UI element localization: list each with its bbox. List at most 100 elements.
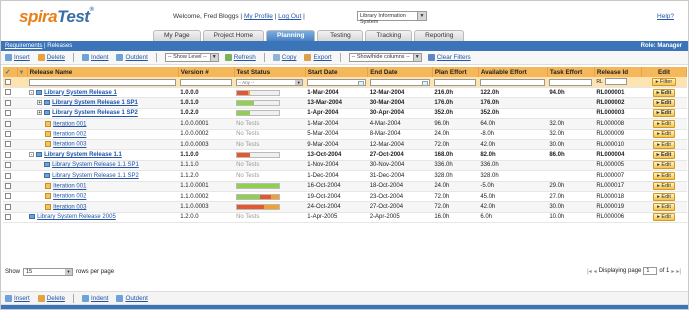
release-name-link[interactable]: Library System Release 1.1 SP2 — [52, 173, 139, 179]
release-name-link[interactable]: Iteration 002 — [53, 194, 86, 200]
insert-button[interactable]: Insert — [5, 54, 30, 61]
show-level-select[interactable]: -- Show Level -- ▼ — [164, 53, 219, 62]
row-checkbox[interactable] — [5, 99, 11, 106]
table-row[interactable]: Library System Release 1.1 SP1 1.1.1.0 No … — [3, 160, 687, 172]
row-checkbox[interactable] — [5, 89, 11, 96]
name-filter-input[interactable] — [29, 78, 177, 86]
delete-button[interactable]: Delete — [37, 54, 65, 61]
page-number-input[interactable]: 1 — [643, 267, 658, 275]
insert-button[interactable]: Insert — [5, 294, 30, 302]
release-name-link[interactable]: Library System Release 1.1 SP1 — [52, 162, 139, 168]
edit-button[interactable]: ▸ Edit — [652, 151, 676, 160]
project-select[interactable]: Library Information System ▼ — [357, 11, 427, 25]
table-row[interactable]: - Library System Release 1.1 1.1.0.0 13-Oct… — [3, 149, 687, 161]
col-plan-effort[interactable]: Plan Effort — [432, 67, 479, 77]
release-name-link[interactable]: Iteration 002 — [53, 132, 86, 138]
available-effort-filter-input[interactable] — [480, 78, 546, 86]
table-row[interactable]: Iteration 001 1.1.0.0001 16-Oct-2004 18-Oct… — [3, 181, 687, 192]
table-row[interactable]: Iteration 002 1.0.0.0002 No Tests 5-Mar-200… — [3, 129, 687, 140]
row-checkbox[interactable] — [5, 141, 11, 148]
release-name-link[interactable]: Iteration 003 — [53, 204, 86, 210]
row-checkbox[interactable] — [5, 120, 11, 127]
table-row[interactable]: + Library System Release 1 SP2 1.0.2.0 1-Ap… — [3, 108, 687, 120]
row-checkbox[interactable] — [5, 203, 11, 210]
show-hide-columns-select[interactable]: -- Show/hide columns -- ▼ — [348, 53, 422, 62]
collapse-icon[interactable]: - — [29, 152, 35, 157]
edit-button[interactable]: ▸ Edit — [653, 171, 675, 180]
table-row[interactable]: Iteration 001 1.0.0.0001 No Tests 1-Mar-200… — [3, 118, 687, 130]
edit-button[interactable]: ▸ Edit — [652, 88, 676, 97]
copy-button[interactable]: Copy — [272, 54, 296, 61]
page-size-select[interactable]: 15 ▼ — [23, 268, 74, 276]
first-page-icon[interactable]: |◂ — [587, 268, 592, 275]
outdent-button[interactable]: Outdent — [116, 294, 148, 302]
row-checkbox[interactable] — [5, 162, 11, 169]
col-available-effort[interactable]: Available Effort — [478, 67, 548, 77]
release-name-link[interactable]: Library System Release 1 SP1 — [52, 100, 138, 106]
release-name-link[interactable]: Iteration 001 — [53, 121, 86, 127]
test-status-filter-select[interactable]: -- Any -- ▼ — [236, 78, 304, 86]
edit-button[interactable]: ▸ Edit — [653, 182, 675, 191]
release-id-filter-input[interactable] — [604, 78, 627, 86]
export-button[interactable]: Export — [304, 54, 332, 61]
plan-effort-filter-input[interactable] — [434, 78, 477, 86]
end-date-filter-input[interactable] — [369, 78, 431, 86]
edit-button[interactable]: ▸ Edit — [653, 213, 675, 222]
indent-button[interactable]: Indent — [81, 54, 108, 61]
col-task-effort[interactable]: Task Effort — [547, 67, 595, 77]
row-checkbox[interactable] — [5, 214, 11, 221]
row-checkbox[interactable] — [5, 182, 11, 189]
prev-page-icon[interactable]: ◂ — [594, 268, 597, 275]
table-row[interactable]: Iteration 003 1.1.0.0003 24-Oct-2004 27-Oct… — [3, 201, 687, 213]
start-date-filter-input[interactable] — [307, 78, 366, 86]
tab-project-home[interactable]: Project Home — [202, 30, 265, 41]
release-name-link[interactable]: Library System Release 1 — [44, 90, 117, 96]
tab-my-page[interactable]: My Page — [153, 30, 201, 41]
col-release-name[interactable]: Release Name — [27, 67, 179, 77]
breadcrumb-releases[interactable]: Releases — [47, 43, 72, 49]
filter-button[interactable]: ▸ Filter — [651, 78, 677, 86]
chevron-down-icon[interactable]: ▼ — [417, 12, 426, 20]
table-row[interactable]: Iteration 003 1.0.0.0003 No Tests 9-Mar-200… — [3, 139, 687, 151]
edit-button[interactable]: ▸ Edit — [652, 99, 676, 108]
next-page-icon[interactable]: ▸ — [671, 268, 674, 275]
row-checkbox[interactable] — [5, 130, 11, 137]
edit-button[interactable]: ▸ Edit — [652, 109, 676, 118]
my-profile-link[interactable]: My Profile — [244, 13, 273, 20]
expand-icon[interactable]: + — [37, 100, 43, 106]
table-row[interactable]: Library System Release 1.1 SP2 1.1.2.0 No … — [3, 170, 687, 182]
table-row[interactable]: - Library System Release 1 1.0.0.0 1-Mar-20… — [3, 87, 687, 99]
edit-button[interactable]: ▸ Edit — [653, 130, 675, 139]
expand-icon[interactable]: + — [37, 110, 43, 116]
table-row[interactable]: Iteration 002 1.1.0.0002 19-Oct-2004 23-Oct… — [3, 191, 687, 203]
col-end-date[interactable]: End Date — [367, 67, 433, 77]
task-effort-filter-input[interactable] — [549, 78, 593, 86]
collapse-icon[interactable]: - — [29, 89, 35, 95]
tab-testing[interactable]: Testing — [317, 30, 364, 41]
col-start-date[interactable]: Start Date — [305, 67, 369, 77]
last-page-icon[interactable]: ▸| — [676, 268, 681, 275]
log-out-link[interactable]: Log Out — [278, 13, 301, 20]
row-checkbox[interactable] — [5, 193, 11, 200]
select-all-header[interactable]: ✓ — [3, 67, 18, 77]
row-checkbox[interactable] — [5, 172, 11, 179]
col-test-status[interactable]: Test Status — [234, 67, 306, 77]
col-release-id[interactable]: Release Id — [594, 67, 643, 77]
clear-filters-button[interactable]: Clear Filters — [427, 54, 471, 61]
col-version[interactable]: Version # — [178, 67, 235, 77]
edit-button[interactable]: ▸ Edit — [653, 192, 675, 201]
help-link[interactable]: Help? — [657, 13, 674, 20]
release-name-link[interactable]: Iteration 003 — [53, 142, 86, 148]
row-checkbox[interactable] — [5, 110, 11, 117]
select-all-checkbox[interactable] — [5, 78, 11, 85]
edit-button[interactable]: ▸ Edit — [653, 161, 675, 170]
edit-button[interactable]: ▸ Edit — [653, 119, 675, 128]
tab-reporting[interactable]: Reporting — [414, 30, 465, 41]
release-name-link[interactable]: Library System Release 1.1 — [44, 152, 122, 158]
spiratest-logo[interactable]: spiraTest® — [19, 7, 94, 27]
table-row[interactable]: Library System Release 2005 1.2.0.0 No Tes… — [3, 212, 687, 224]
release-name-link[interactable]: Iteration 001 — [53, 184, 86, 190]
edit-button[interactable]: ▸ Edit — [653, 140, 675, 149]
delete-button[interactable]: Delete — [37, 294, 65, 302]
tab-planning[interactable]: Planning — [266, 30, 316, 41]
